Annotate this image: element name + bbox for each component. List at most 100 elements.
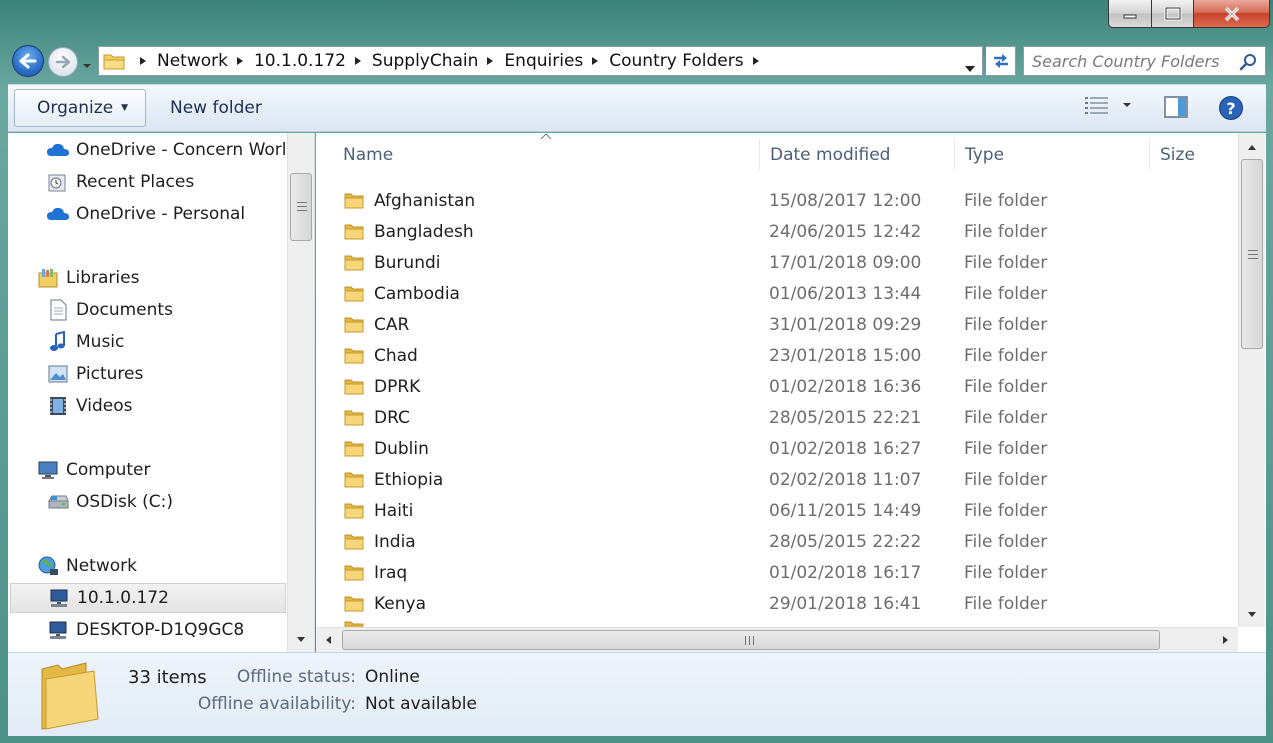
file-type: File folder bbox=[964, 315, 1048, 335]
vertical-scrollbar[interactable] bbox=[1238, 133, 1265, 627]
nav-scroll-thumb[interactable] bbox=[290, 173, 312, 241]
videos-icon bbox=[46, 394, 70, 418]
breadcrumb-country-folders[interactable]: Country Folders bbox=[609, 51, 769, 71]
file-type: File folder bbox=[964, 346, 1048, 366]
file-name: Iraq bbox=[374, 563, 408, 583]
breadcrumb-supplychain[interactable]: SupplyChain bbox=[372, 51, 505, 71]
close-icon bbox=[1224, 6, 1239, 21]
refresh-button[interactable] bbox=[986, 46, 1016, 76]
nav-item-videos[interactable]: Videos bbox=[46, 391, 133, 421]
folder-icon bbox=[344, 347, 364, 370]
column-header-date-modified[interactable]: Date modified bbox=[760, 139, 955, 171]
search-icon[interactable] bbox=[1239, 53, 1257, 71]
nav-scrollbar[interactable] bbox=[287, 133, 314, 652]
scroll-down-arrow-icon[interactable] bbox=[296, 636, 306, 644]
file-name: DPRK bbox=[374, 377, 421, 397]
forward-button[interactable] bbox=[48, 47, 78, 77]
nav-item-documents[interactable]: Documents bbox=[46, 295, 173, 325]
network-icon bbox=[36, 554, 60, 578]
file-row[interactable]: Dublin 01/02/2018 16:27 File folder bbox=[316, 434, 1236, 465]
nav-item-computer[interactable]: Computer bbox=[36, 455, 151, 485]
navigation-pane: OneDrive - Concern World Recent Places O… bbox=[8, 133, 315, 652]
new-folder-button[interactable]: New folder bbox=[168, 89, 264, 127]
horizontal-scrollbar[interactable] bbox=[316, 627, 1238, 652]
chevron-right-icon[interactable] bbox=[752, 56, 760, 66]
address-bar[interactable]: Network 10.1.0.172 SupplyChain Enquiries… bbox=[98, 46, 983, 76]
file-row[interactable]: CAR 31/01/2018 09:29 File folder bbox=[316, 310, 1236, 341]
nav-item-music[interactable]: Music bbox=[46, 327, 124, 357]
network-computer-icon bbox=[46, 618, 70, 642]
file-row[interactable]: Cambodia 01/06/2013 13:44 File folder bbox=[316, 279, 1236, 310]
chevron-right-icon[interactable] bbox=[354, 56, 362, 66]
vertical-scroll-thumb[interactable] bbox=[1241, 159, 1263, 349]
breadcrumb-network[interactable]: Network bbox=[157, 51, 254, 71]
file-row[interactable]: Kenya 29/01/2018 16:41 File folder bbox=[316, 589, 1236, 620]
recent-places-icon bbox=[46, 170, 70, 194]
documents-icon bbox=[46, 298, 70, 322]
file-date-modified: 06/11/2015 14:49 bbox=[769, 501, 922, 521]
nav-item-10-1-0-172[interactable]: 10.1.0.172 bbox=[10, 583, 286, 613]
help-button[interactable]: ? bbox=[1218, 95, 1244, 126]
recent-pages-button[interactable] bbox=[82, 55, 92, 75]
file-row[interactable]: Haiti 06/11/2015 14:49 File folder bbox=[316, 496, 1236, 527]
file-date-modified: 01/06/2013 13:44 bbox=[769, 284, 922, 304]
file-row[interactable]: India 28/05/2015 22:22 File folder bbox=[316, 527, 1236, 558]
chevron-right-icon[interactable] bbox=[591, 56, 599, 66]
address-row: Network 10.1.0.172 SupplyChain Enquiries… bbox=[8, 42, 1266, 80]
file-name: Dublin bbox=[374, 439, 429, 459]
scroll-left-arrow-icon[interactable] bbox=[324, 635, 332, 645]
breadcrumb-host[interactable]: 10.1.0.172 bbox=[254, 51, 372, 71]
scroll-up-arrow-icon[interactable] bbox=[1247, 143, 1257, 151]
column-header-size[interactable]: Size bbox=[1150, 139, 1236, 171]
minimize-icon bbox=[1123, 14, 1137, 18]
libraries-icon bbox=[36, 266, 60, 290]
nav-item-recent-places[interactable]: Recent Places bbox=[46, 167, 194, 197]
file-row[interactable]: Afghanistan 15/08/2017 12:00 File folder bbox=[316, 186, 1236, 217]
nav-item-libraries[interactable]: Libraries bbox=[36, 263, 139, 293]
nav-item-osdisk[interactable]: OSDisk (C:) bbox=[46, 487, 173, 517]
nav-item-pictures[interactable]: Pictures bbox=[46, 359, 143, 389]
offline-availability-value: Not available bbox=[365, 694, 477, 714]
file-row[interactable]: Iraq 01/02/2018 16:17 File folder bbox=[316, 558, 1236, 589]
breadcrumb-enquiries[interactable]: Enquiries bbox=[504, 51, 609, 71]
nav-item-onedrive-personal[interactable]: OneDrive - Personal bbox=[46, 199, 245, 229]
back-button[interactable] bbox=[12, 45, 44, 77]
file-row[interactable]: Burundi 17/01/2018 09:00 File folder bbox=[316, 248, 1236, 279]
close-button[interactable] bbox=[1194, 0, 1270, 28]
file-row[interactable]: Chad 23/01/2018 15:00 File folder bbox=[316, 341, 1236, 372]
file-row[interactable]: DRC 28/05/2015 22:21 File folder bbox=[316, 403, 1236, 434]
nav-item-onedrive-concern[interactable]: OneDrive - Concern World bbox=[46, 135, 297, 165]
offline-availability-label: Offline availability: bbox=[197, 694, 356, 714]
address-dropdown[interactable] bbox=[964, 58, 976, 78]
scroll-right-arrow-icon[interactable] bbox=[1222, 635, 1230, 645]
organize-button[interactable]: Organize ▼ bbox=[14, 89, 146, 127]
preview-pane-button[interactable] bbox=[1164, 95, 1188, 124]
file-row[interactable]: Ethiopia 02/02/2018 11:07 File folder bbox=[316, 465, 1236, 496]
preview-pane-icon bbox=[1164, 96, 1188, 118]
file-type: File folder bbox=[964, 222, 1048, 242]
chevron-right-icon[interactable] bbox=[236, 56, 244, 66]
horizontal-scroll-thumb[interactable] bbox=[342, 630, 1160, 650]
pictures-icon bbox=[46, 362, 70, 386]
search-input[interactable] bbox=[1032, 51, 1237, 71]
file-row[interactable]: Bangladesh 24/06/2015 12:42 File folder bbox=[316, 217, 1236, 248]
music-icon bbox=[46, 330, 70, 354]
file-row[interactable]: DPRK 01/02/2018 16:36 File folder bbox=[316, 372, 1236, 403]
column-header-type[interactable]: Type bbox=[955, 139, 1150, 171]
minimize-button[interactable] bbox=[1108, 0, 1152, 28]
change-view-button[interactable] bbox=[1084, 95, 1134, 115]
folder-icon bbox=[344, 502, 364, 525]
chevron-right-icon[interactable] bbox=[486, 56, 494, 66]
search-box[interactable] bbox=[1023, 46, 1266, 76]
maximize-button[interactable] bbox=[1152, 0, 1194, 28]
column-header-name[interactable]: Name bbox=[333, 139, 760, 171]
breadcrumb-root-arrow[interactable] bbox=[135, 56, 157, 66]
folder-icon bbox=[344, 564, 364, 587]
chevron-down-icon bbox=[83, 64, 91, 68]
file-date-modified: 02/02/2018 11:07 bbox=[769, 470, 922, 490]
scroll-down-arrow-icon[interactable] bbox=[1247, 611, 1257, 619]
onedrive-icon bbox=[46, 202, 70, 226]
file-date-modified: 01/02/2018 16:27 bbox=[769, 439, 922, 459]
nav-item-desktop-d1q9gc8[interactable]: DESKTOP-D1Q9GC8 bbox=[46, 615, 244, 645]
nav-item-network[interactable]: Network bbox=[36, 551, 137, 581]
